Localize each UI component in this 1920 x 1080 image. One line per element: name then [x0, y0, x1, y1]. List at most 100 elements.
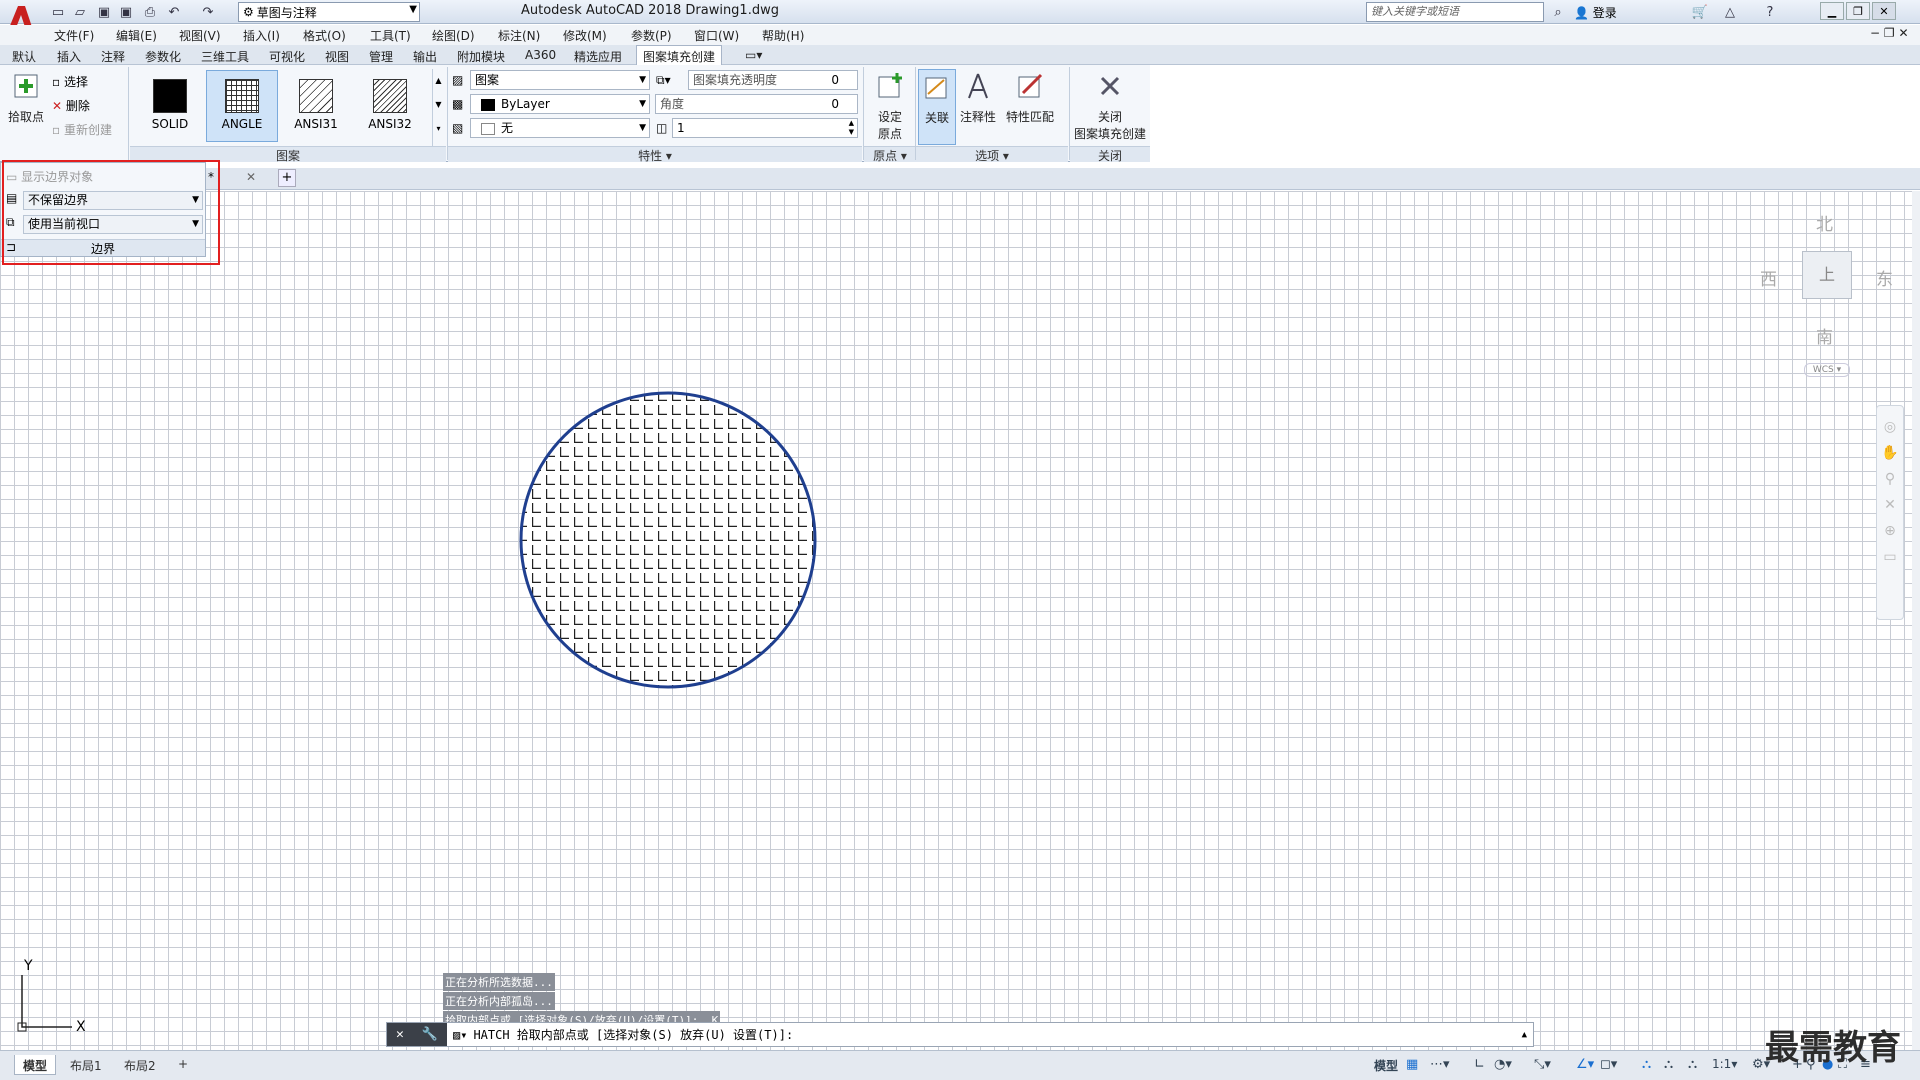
pattern-solid[interactable]: SOLID: [134, 70, 206, 142]
pattern-ansi31[interactable]: ANSI31: [280, 70, 352, 142]
transparency-input[interactable]: 图案填充透明度 0: [688, 70, 858, 90]
search-input[interactable]: 键入关键字或短语: [1366, 2, 1544, 22]
tab-view[interactable]: 视图: [325, 48, 349, 65]
ortho-icon[interactable]: ∟: [1474, 1057, 1485, 1072]
tab-parametric[interactable]: 参数化: [145, 48, 181, 65]
grid-icon[interactable]: ▦: [1406, 1057, 1418, 1072]
tab-insert[interactable]: 插入: [57, 48, 81, 65]
wcs-menu[interactable]: WCS ▾: [1804, 363, 1850, 377]
tab-3d-tools[interactable]: 三维工具: [201, 48, 249, 65]
tab-model[interactable]: 模型: [14, 1055, 57, 1075]
selection-cycling-icon[interactable]: ◻▾: [1600, 1057, 1617, 1072]
snap-icon[interactable]: ⋯▾: [1430, 1057, 1450, 1072]
viewcube[interactable]: 北 西 东 南 上 WCS ▾: [1750, 205, 1900, 385]
model-space-toggle[interactable]: 模型: [1374, 1057, 1398, 1074]
command-input[interactable]: HATCH 拾取内部点或 [选择对象(S) 放弃(U) 设置(T)]:: [473, 1026, 793, 1043]
viewcube-east[interactable]: 东: [1876, 265, 1893, 290]
transparency-icon[interactable]: ⧉▾: [656, 73, 671, 88]
command-line[interactable]: ✕ 🔧 ▨▾ HATCH 拾取内部点或 [选择对象(S) 放弃(U) 设置(T)]…: [386, 1022, 1534, 1047]
login-button[interactable]: 👤 登录: [1574, 4, 1617, 21]
tab-hatch-creation[interactable]: 图案填充创建: [636, 45, 723, 66]
angle-input[interactable]: 角度 0: [655, 94, 858, 114]
properties-panel-label[interactable]: 特性 ▾: [448, 146, 862, 163]
menu-tools[interactable]: 工具(T): [370, 27, 411, 44]
viewcube-north[interactable]: 北: [1816, 210, 1833, 235]
scale-select[interactable]: 1:1▾: [1712, 1057, 1737, 1071]
auto-scale-icon[interactable]: ⛬: [1664, 1057, 1673, 1072]
minimize-button[interactable]: ▁: [1820, 2, 1844, 20]
vertical-scrollbar[interactable]: [1912, 191, 1920, 1051]
menu-view[interactable]: 视图(V): [179, 27, 221, 44]
window-title: Autodesk AutoCAD 2018 Drawing1.dwg: [521, 3, 779, 18]
menu-window[interactable]: 窗口(W): [694, 27, 739, 44]
select-objects-button[interactable]: ▫ 选择: [52, 73, 88, 90]
ribbon-toggle-icon[interactable]: ▭▾: [745, 48, 762, 62]
menu-parametric[interactable]: 参数(P): [631, 27, 672, 44]
a360-icon[interactable]: △: [1720, 2, 1740, 22]
pattern-scroll[interactable]: ▲ ▼ ▾: [432, 69, 444, 147]
tab-annotate[interactable]: 注释: [101, 48, 125, 65]
close-label-2: 图案填充创建: [1073, 127, 1146, 141]
remove-boundary-button[interactable]: ✕ 删除: [52, 97, 90, 114]
menu-insert[interactable]: 插入(I): [243, 27, 280, 44]
close-hatch-button[interactable]: 关闭 图案填充创建: [1072, 71, 1148, 142]
tab-visualize[interactable]: 可视化: [269, 48, 305, 65]
osnap-icon[interactable]: ⤡▾: [1534, 1057, 1551, 1072]
menu-modify[interactable]: 修改(M): [563, 27, 607, 44]
otrack-icon[interactable]: ∠▾: [1576, 1057, 1594, 1072]
navigation-bar[interactable]: ◎ ✋ ⚲ ✕ ⊕ ▭: [1876, 405, 1904, 620]
close-button[interactable]: ✕: [1872, 2, 1896, 20]
document-tabs: * ✕ +: [0, 168, 1920, 190]
associative-button[interactable]: 关联: [918, 69, 956, 145]
new-tab-button[interactable]: +: [278, 169, 296, 187]
hatch-type-select[interactable]: 图案 ▼: [470, 70, 650, 90]
polar-icon[interactable]: ◔▾: [1494, 1057, 1512, 1072]
tab-manage[interactable]: 管理: [369, 48, 393, 65]
tab-a360[interactable]: A360: [525, 48, 556, 62]
spinner-icon[interactable]: ▲ ▼: [849, 119, 854, 137]
pattern-solid-label: SOLID: [151, 117, 189, 131]
tab-layout2[interactable]: 布局2: [116, 1055, 164, 1075]
close-cmd-icon[interactable]: ✕: [396, 1027, 404, 1042]
hatch-color-select[interactable]: ByLayer ▼: [470, 94, 650, 114]
wrench-icon[interactable]: 🔧: [422, 1027, 438, 1042]
annotation-scale-icon[interactable]: ⛬: [1688, 1057, 1697, 1072]
menu-edit[interactable]: 编辑(E): [116, 27, 157, 44]
recreate-boundary-button[interactable]: ▫ 重新创建: [52, 121, 112, 138]
menu-help[interactable]: 帮助(H): [762, 27, 804, 44]
restore-button[interactable]: ❐: [1846, 2, 1870, 20]
tab-default[interactable]: 默认: [12, 48, 36, 65]
tab-featured-apps[interactable]: 精选应用: [574, 48, 622, 65]
menu-dimension[interactable]: 标注(N): [498, 27, 540, 44]
pick-points-button[interactable]: 拾取点: [6, 71, 46, 125]
cart-icon[interactable]: 🛒: [1690, 2, 1710, 22]
wcs-label: WCS: [1812, 365, 1834, 375]
set-origin-button[interactable]: 设定 原点: [870, 71, 910, 142]
add-layout-button[interactable]: +: [170, 1055, 196, 1075]
match-properties-button[interactable]: 特性匹配: [1002, 71, 1058, 125]
binoculars-icon[interactable]: ⌕: [1548, 2, 1568, 22]
tab-addins[interactable]: 附加模块: [457, 48, 505, 65]
pattern-angle[interactable]: ANGLE: [206, 70, 278, 142]
viewcube-south[interactable]: 南: [1816, 323, 1833, 348]
origin-panel-label[interactable]: 原点 ▾: [864, 146, 916, 163]
viewcube-west[interactable]: 西: [1760, 265, 1777, 290]
menu-file[interactable]: 文件(F): [54, 27, 94, 44]
pattern-ansi32[interactable]: ANSI32: [354, 70, 426, 142]
annotation-visibility-icon[interactable]: ⛬: [1642, 1057, 1651, 1072]
scale-input[interactable]: 1 ▲ ▼: [672, 118, 858, 138]
doc-window-controls[interactable]: − ❐ ✕: [1870, 26, 1909, 40]
highlight-rectangle: [2, 160, 220, 265]
tab-layout1[interactable]: 布局1: [62, 1055, 110, 1075]
tab-output[interactable]: 输出: [413, 48, 437, 65]
menu-draw[interactable]: 绘图(D): [432, 27, 475, 44]
options-panel-label[interactable]: 选项 ▾: [916, 146, 1068, 163]
annotative-button[interactable]: 注释性: [956, 71, 1000, 125]
viewcube-top-face[interactable]: 上: [1802, 251, 1852, 299]
close-tab-icon[interactable]: ✕: [246, 170, 256, 184]
history-toggle-icon[interactable]: ▲: [1522, 1030, 1527, 1040]
nav-tools-icons[interactable]: ◎ ✋ ⚲ ✕ ⊕ ▭: [1877, 406, 1903, 570]
help-icon[interactable]: ?: [1760, 2, 1780, 22]
menu-format[interactable]: 格式(O): [303, 27, 346, 44]
background-color-select[interactable]: 无 ▼: [470, 118, 650, 138]
